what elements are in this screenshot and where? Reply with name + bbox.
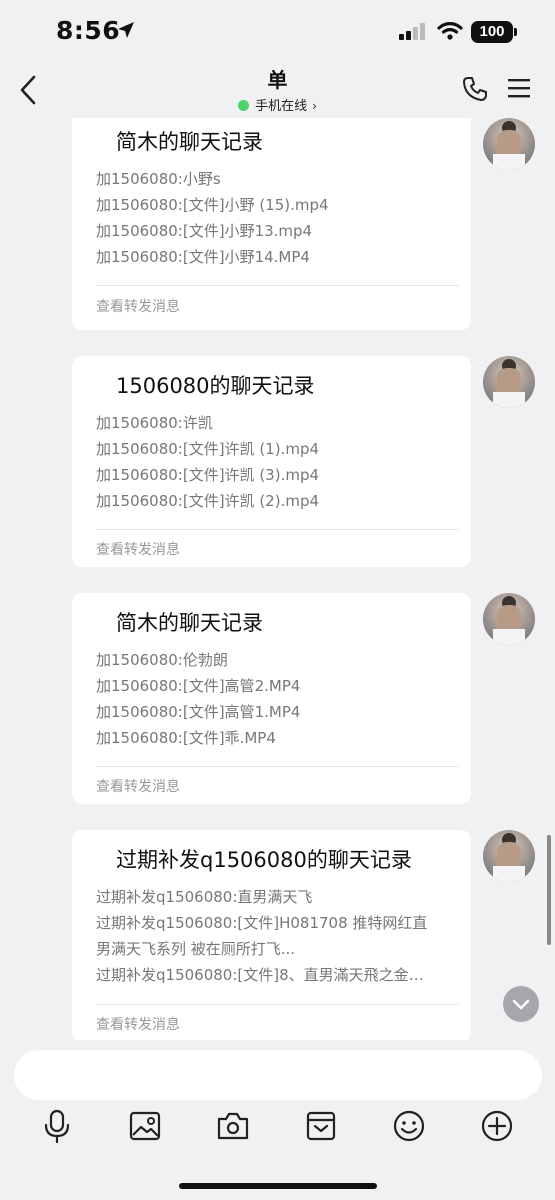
card-title: 简木的聊天记录 bbox=[116, 130, 263, 154]
avatar[interactable] bbox=[483, 118, 535, 170]
wifi-icon bbox=[437, 22, 463, 40]
avatar[interactable] bbox=[483, 593, 535, 645]
view-forwarded-link[interactable]: 查看转发消息 bbox=[96, 539, 180, 559]
card-lines: 过期补发q1506080:直男满天飞 过期补发q1506080:[文件]H081… bbox=[96, 884, 454, 988]
status-bar: 8:56 100 bbox=[0, 0, 555, 60]
avatar[interactable] bbox=[483, 830, 535, 882]
avatar[interactable] bbox=[483, 356, 535, 408]
forwarded-chat-card[interactable]: 过期补发q1506080的聊天记录 过期补发q1506080:直男满天飞 过期补… bbox=[72, 830, 471, 1040]
message-input[interactable] bbox=[14, 1050, 542, 1100]
card-line: 男满天飞系列 被在厕所打飞... bbox=[96, 940, 296, 958]
card-lines: 加1506080:伦勃朗 加1506080:[文件]高管2.MP4 加15060… bbox=[96, 647, 454, 751]
composer bbox=[0, 1040, 555, 1200]
online-dot bbox=[238, 100, 250, 111]
card-line: 加1506080:[文件]高管2.MP4 bbox=[96, 677, 301, 695]
home-indicator[interactable] bbox=[179, 1183, 377, 1189]
card-title: 过期补发q1506080的聊天记录 bbox=[116, 848, 412, 872]
card-line: 加1506080:[文件]小野14.MP4 bbox=[96, 248, 310, 266]
view-forwarded-link[interactable]: 查看转发消息 bbox=[96, 296, 180, 316]
card-title: 1506080的聊天记录 bbox=[116, 374, 315, 398]
card-line: 过期补发q1506080:[文件]H081708 推特网红直 bbox=[96, 914, 428, 932]
battery-indicator: 100 bbox=[471, 21, 513, 43]
forwarded-chat-card[interactable]: 简木的聊天记录 加1506080:伦勃朗 加1506080:[文件]高管2.MP… bbox=[72, 593, 471, 804]
card-line: 加1506080:[文件]许凯 (2).mp4 bbox=[96, 492, 320, 510]
forwarded-chat-card[interactable]: 简木的聊天记录 加1506080:小野s 加1506080:[文件]小野 (15… bbox=[72, 118, 471, 330]
card-line: 加1506080:[文件]小野 (15).mp4 bbox=[96, 196, 329, 214]
plus-icon[interactable] bbox=[479, 1108, 515, 1144]
image-icon[interactable] bbox=[127, 1108, 163, 1144]
view-forwarded-link[interactable]: 查看转发消息 bbox=[96, 776, 180, 796]
forwarded-chat-card[interactable]: 1506080的聊天记录 加1506080:许凯 加1506080:[文件]许凯… bbox=[72, 356, 471, 567]
card-line: 过期补发q1506080:直男满天飞 bbox=[96, 888, 313, 906]
menu-button[interactable] bbox=[508, 77, 530, 99]
status-time: 8:56 bbox=[56, 16, 121, 45]
card-line: 加1506080:小野s bbox=[96, 170, 221, 188]
cellular-signal-icon bbox=[399, 23, 425, 40]
microphone-icon[interactable] bbox=[39, 1108, 75, 1144]
card-line: 过期补发q1506080:[文件]8、直男滿天飛之金… bbox=[96, 966, 424, 984]
scrollbar[interactable] bbox=[547, 835, 551, 945]
camera-icon[interactable] bbox=[215, 1108, 251, 1144]
card-line: 加1506080:[文件]许凯 (1).mp4 bbox=[96, 440, 320, 458]
card-divider bbox=[96, 529, 459, 530]
battery-nub bbox=[514, 28, 517, 36]
presence-label: 手机在线 bbox=[255, 99, 308, 114]
location-arrow-icon bbox=[118, 22, 134, 38]
folder-icon[interactable] bbox=[303, 1108, 339, 1144]
message-list[interactable]: 简木的聊天记录 加1506080:小野s 加1506080:[文件]小野 (15… bbox=[0, 118, 555, 1040]
view-forwarded-link[interactable]: 查看转发消息 bbox=[96, 1014, 180, 1034]
card-line: 加1506080:[文件]高管1.MP4 bbox=[96, 703, 301, 721]
card-line: 加1506080:伦勃朗 bbox=[96, 651, 228, 669]
emoji-icon[interactable] bbox=[391, 1108, 427, 1144]
card-divider bbox=[96, 285, 459, 286]
chevron-right-icon: › bbox=[312, 99, 317, 113]
card-divider bbox=[96, 1004, 459, 1005]
card-title: 简木的聊天记录 bbox=[116, 611, 263, 635]
card-lines: 加1506080:小野s 加1506080:[文件]小野 (15).mp4 加1… bbox=[96, 166, 454, 270]
card-line: 加1506080:[文件]小野13.mp4 bbox=[96, 222, 313, 240]
card-line: 加1506080:[文件]许凯 (3).mp4 bbox=[96, 466, 320, 484]
chevron-down-icon bbox=[512, 999, 530, 1010]
card-lines: 加1506080:许凯 加1506080:[文件]许凯 (1).mp4 加150… bbox=[96, 410, 454, 514]
card-line: 加1506080:[文件]乖.MP4 bbox=[96, 729, 276, 747]
phone-call-button[interactable] bbox=[461, 75, 489, 103]
chat-header: 单 手机在线 › bbox=[0, 60, 555, 118]
scroll-to-bottom-button[interactable] bbox=[503, 986, 539, 1022]
card-line: 加1506080:许凯 bbox=[96, 414, 213, 432]
card-divider bbox=[96, 766, 459, 767]
